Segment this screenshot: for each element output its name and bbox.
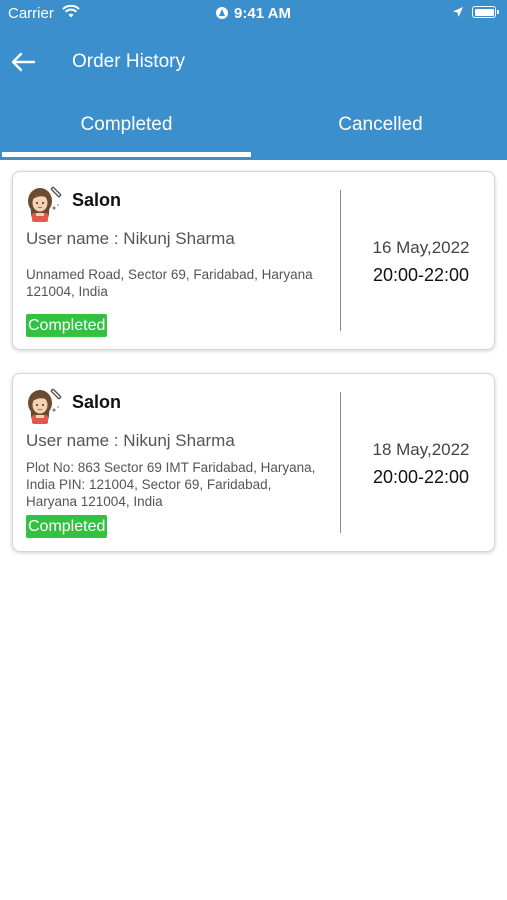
location-services-icon <box>216 7 229 19</box>
card-divider <box>340 190 341 331</box>
order-date: 18 May,2022 <box>372 440 470 459</box>
card-divider <box>340 392 341 533</box>
order-time-slot: 20:00-22:00 <box>372 467 470 487</box>
order-date: 16 May,2022 <box>372 238 470 257</box>
app-header: Carrier 9:41 AM Order History Completed … <box>0 0 507 160</box>
tab-indicator <box>2 152 251 157</box>
order-address: Plot No: 863 Sector 69 IMT Faridabad, Ha… <box>26 460 316 509</box>
back-button[interactable] <box>8 48 38 76</box>
status-time: 9:41 AM <box>234 5 291 22</box>
status-bar: Carrier 9:41 AM <box>0 0 507 28</box>
salon-icon <box>28 388 62 424</box>
status-badge: Completed <box>26 314 108 337</box>
service-name: Salon <box>72 392 122 412</box>
tab-cancelled[interactable]: Cancelled <box>254 114 507 136</box>
location-arrow-icon <box>453 7 463 17</box>
order-time-slot: 20:00-22:00 <box>372 265 470 285</box>
salon-icon <box>28 186 62 222</box>
service-name: Salon <box>72 190 122 210</box>
order-card[interactable]: Salon User name : Nikunj Sharma Plot No:… <box>12 373 495 552</box>
status-time-group: 9:41 AM <box>0 5 507 22</box>
customer-name: User name : Nikunj Sharma <box>26 229 235 248</box>
customer-name: User name : Nikunj Sharma <box>26 431 235 450</box>
battery-icon <box>472 6 499 18</box>
tab-completed[interactable]: Completed <box>0 114 253 136</box>
arrow-left-icon <box>11 52 36 72</box>
status-badge: Completed <box>26 515 108 538</box>
page-title: Order History <box>72 51 185 72</box>
order-address: Unnamed Road, Sector 69, Faridabad, Hary… <box>26 267 313 299</box>
order-card[interactable]: Salon User name : Nikunj Sharma Unnamed … <box>12 171 495 350</box>
